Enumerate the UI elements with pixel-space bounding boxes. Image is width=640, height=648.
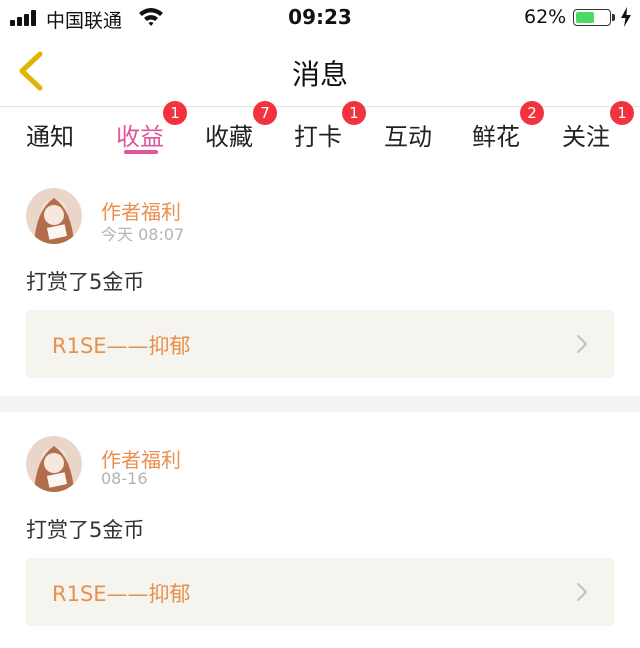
tab-favorites-badge: 7 (253, 101, 277, 125)
tab-follow-badge: 1 (610, 101, 634, 125)
tab-checkin-badge: 1 (342, 101, 366, 125)
message-time: 今天 08:07 (101, 225, 185, 244)
avatar[interactable] (26, 436, 82, 492)
battery-cap (612, 14, 615, 21)
tab-interaction[interactable]: 互动 (384, 117, 432, 152)
message-item: 作者福利 今天 08:07 打赏了5金币 R1SE——抑郁 (0, 160, 640, 396)
message-item: 作者福利 08-16 打赏了5金币 R1SE——抑郁 (0, 412, 640, 648)
tab-favorites[interactable]: 收藏 (205, 117, 253, 152)
work-title: R1SE——抑郁 (52, 582, 191, 606)
charging-bolt-icon (621, 7, 631, 27)
work-link-card[interactable]: R1SE——抑郁 (26, 558, 614, 626)
tab-bar: 通知 收益 1 收藏 7 打卡 1 互动 鲜花 2 关注 1 (0, 101, 640, 159)
work-link-card[interactable]: R1SE——抑郁 (26, 310, 614, 378)
nav-bar: 消息 (0, 36, 640, 107)
battery-percent: 62% (524, 6, 567, 28)
page-title: 消息 (291, 58, 348, 91)
tab-earnings-badge: 1 (163, 101, 187, 125)
avatar-image (26, 188, 82, 244)
avatar-image (26, 436, 82, 492)
battery-icon (573, 9, 611, 26)
message-time: 08-16 (101, 469, 148, 488)
active-tab-indicator (124, 150, 158, 154)
message-text: 打赏了5金币 (26, 270, 145, 294)
status-bar: 中国联通 09:23 62% (0, 0, 640, 36)
tab-flowers[interactable]: 鲜花 (472, 117, 520, 152)
work-title: R1SE——抑郁 (52, 334, 191, 358)
chevron-right-icon (576, 334, 588, 354)
battery-level-fill (576, 12, 595, 23)
tab-earnings[interactable]: 收益 (116, 117, 164, 152)
tab-flowers-badge: 2 (520, 101, 544, 125)
tab-follow[interactable]: 关注 (562, 117, 610, 152)
tab-notice[interactable]: 通知 (26, 117, 74, 152)
tab-checkin[interactable]: 打卡 (294, 117, 342, 152)
chevron-right-icon (576, 582, 588, 602)
avatar[interactable] (26, 188, 82, 244)
section-divider (0, 396, 640, 412)
message-text: 打赏了5金币 (26, 518, 145, 542)
